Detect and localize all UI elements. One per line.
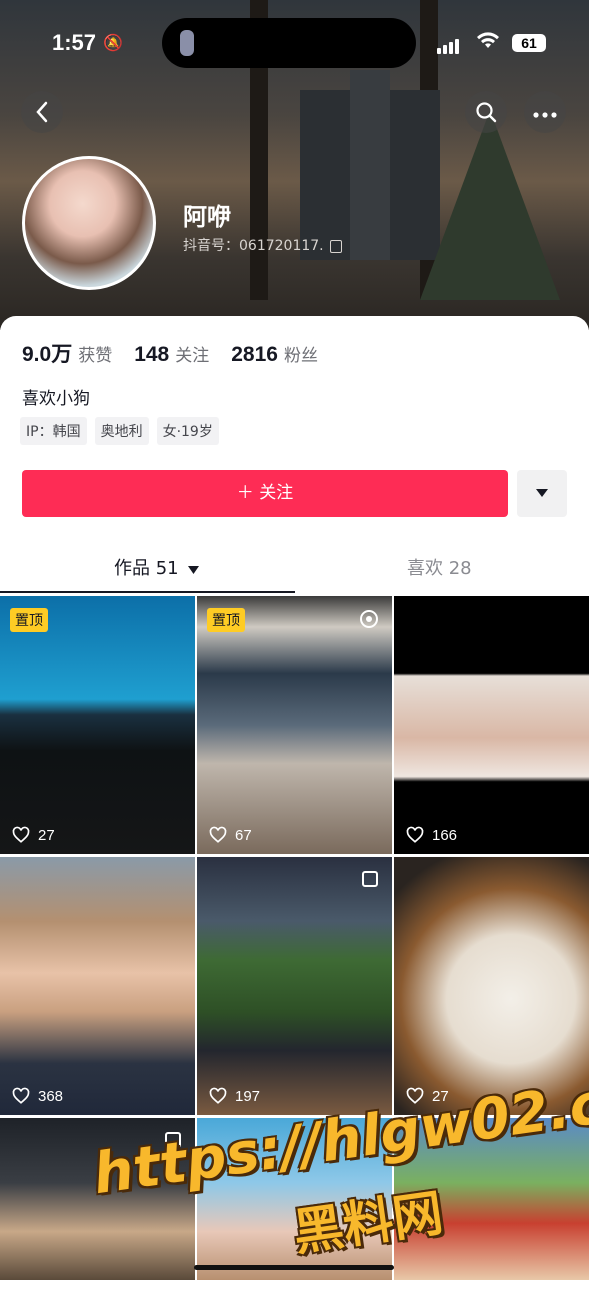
likes-label: 获赞 <box>78 346 113 366</box>
chevron-down-icon <box>188 566 200 574</box>
signal-icon <box>437 35 461 54</box>
following-label[interactable]: 关注 <box>175 341 209 366</box>
tab-works-label: 作品 51 <box>114 558 179 579</box>
like-count-value: 67 <box>235 826 252 844</box>
wifi-icon <box>476 30 500 55</box>
location-tag: 奥地利 <box>94 417 149 445</box>
flashlight-icon <box>180 30 194 56</box>
gender-age-tag: 女·19岁 <box>156 417 219 445</box>
pinned-badge: 置顶 <box>207 608 245 632</box>
home-indicator[interactable] <box>194 1265 394 1270</box>
tab-works[interactable]: 作品 51 <box>114 554 200 580</box>
profile-name: 阿咿 <box>183 203 231 231</box>
tag-list: IP：韩国 奥地利 女·19岁 <box>20 417 227 445</box>
heart-icon <box>209 1087 227 1104</box>
search-button[interactable] <box>465 91 507 133</box>
like-count-value: 197 <box>235 1087 261 1105</box>
watermark-text: 黑料网 <box>289 1183 447 1263</box>
active-tab-indicator <box>0 591 295 593</box>
video-thumbnail[interactable]: 置顶 67 <box>197 596 392 854</box>
like-count: 368 <box>12 1087 63 1105</box>
live-photo-icon <box>360 610 378 628</box>
video-thumbnail[interactable]: 166 <box>394 596 589 854</box>
avatar[interactable] <box>22 156 156 290</box>
battery-indicator: 61 <box>512 34 546 52</box>
followers-label[interactable]: 粉丝 <box>284 341 318 366</box>
heart-icon <box>209 826 227 843</box>
status-bar: 1:57 🔕 61 <box>0 0 589 80</box>
video-thumbnail[interactable]: 197 <box>197 857 392 1115</box>
copy-icon[interactable] <box>329 239 342 253</box>
back-icon <box>36 101 48 123</box>
status-time: 1:57 <box>52 30 97 55</box>
pinned-badge: 置顶 <box>10 608 48 632</box>
search-icon <box>476 102 497 123</box>
heart-icon <box>406 826 424 843</box>
more-icon <box>533 112 557 118</box>
douyin-id: 抖音号：061720117. <box>183 238 324 254</box>
mute-bell-icon: 🔕 <box>103 33 123 52</box>
back-button[interactable] <box>21 91 63 133</box>
douyin-id-row[interactable]: 抖音号：061720117. <box>183 235 342 255</box>
like-count: 67 <box>209 826 252 844</box>
profile-tabs: 作品 51 喜欢 28 <box>0 542 589 594</box>
christmas-tree <box>420 110 560 300</box>
video-thumbnail[interactable]: 置顶 27 <box>0 596 195 854</box>
bio: 喜欢小狗 <box>22 389 90 409</box>
dynamic-island <box>162 18 416 68</box>
stats-row: 9.0万 获赞 148 关注 2816 粉丝 <box>22 338 340 368</box>
likes-count: 9.0万 <box>22 343 73 366</box>
dropdown-icon <box>536 489 548 497</box>
like-count-value: 166 <box>432 826 458 844</box>
heart-icon <box>12 1087 30 1104</box>
ip-tag: IP：韩国 <box>20 417 87 445</box>
more-options-button[interactable] <box>524 91 566 133</box>
multi-image-icon <box>362 871 378 887</box>
follow-button[interactable]: ＋ 关注 <box>22 470 508 517</box>
followers-count[interactable]: 2816 <box>231 343 278 367</box>
follow-options-button[interactable] <box>517 470 567 517</box>
like-count: 27 <box>12 826 55 844</box>
heart-icon <box>12 826 30 843</box>
video-thumbnail[interactable]: 368 <box>0 857 195 1115</box>
like-count-value: 27 <box>38 826 55 844</box>
like-count: 197 <box>209 1087 260 1105</box>
tab-likes[interactable]: 喜欢 28 <box>407 554 472 580</box>
like-count: 166 <box>406 826 457 844</box>
like-count-value: 368 <box>38 1087 64 1105</box>
following-count[interactable]: 148 <box>134 343 169 367</box>
city-building <box>350 70 390 260</box>
